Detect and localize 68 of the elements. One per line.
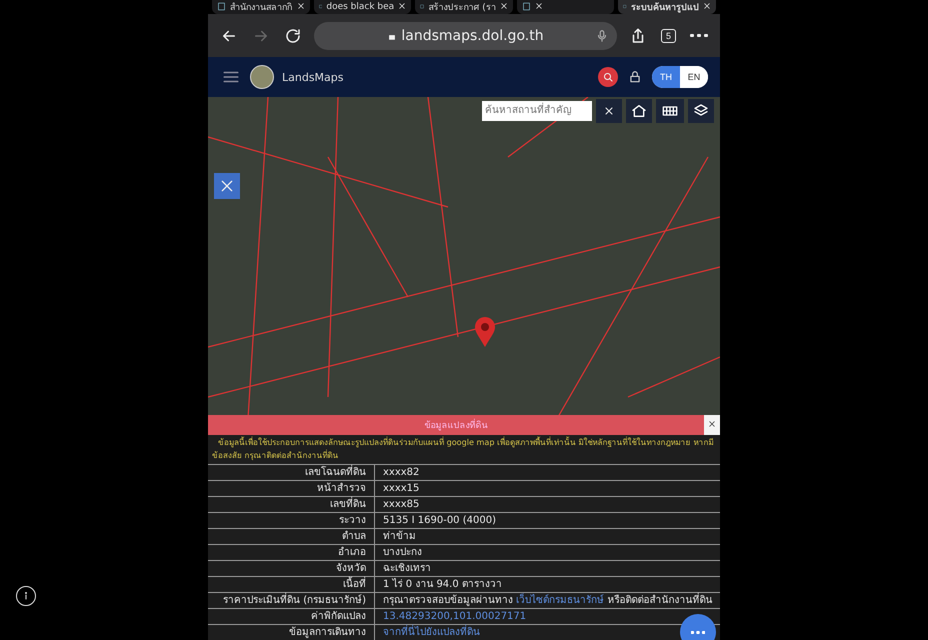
field-label: ราคาประเมินที่ดิน (กรมธนารักษ์)	[208, 593, 375, 608]
page-icon	[217, 2, 226, 12]
field-label: เลขโฉนดที่ดิน	[208, 465, 375, 480]
measure-tool-button[interactable]	[214, 172, 240, 199]
field-label: จังหวัด	[208, 561, 375, 576]
browser-tab[interactable]	[516, 0, 614, 14]
field-label: อำเภอ	[208, 545, 375, 560]
field-label: เนื้อที่	[208, 577, 375, 592]
field-value: xxxx82	[382, 466, 420, 480]
tab-title: ระบบค้นหารูปแป	[630, 1, 699, 14]
field-label: หน้าสำรวจ	[208, 481, 375, 496]
field-value: ท่าข้าม	[382, 530, 417, 544]
close-icon	[702, 2, 711, 10]
panel-title: ข้อมูลแปลงที่ดิน	[208, 418, 704, 432]
home-icon	[631, 102, 647, 119]
search-icon	[602, 71, 614, 84]
close-icon	[603, 104, 615, 117]
address-bar[interactable]: landsmaps.dol.go.th	[314, 22, 617, 50]
logo-emblem	[250, 65, 274, 90]
reload-icon	[284, 26, 302, 45]
home-button[interactable]	[626, 98, 652, 123]
more-icon	[691, 630, 705, 634]
close-icon	[398, 2, 406, 10]
field-value: xxxx85	[382, 498, 420, 512]
page-icon	[522, 2, 531, 12]
clear-search-button[interactable]	[596, 98, 622, 123]
tab-count-button[interactable]: 5	[658, 26, 678, 45]
layers-button[interactable]	[688, 98, 714, 123]
page-icon	[420, 2, 424, 12]
field-label: ข้อมูลการเดินทาง	[208, 625, 375, 640]
browser-tab[interactable]: สำนักงานสลากกิ	[212, 0, 310, 14]
field-label: เลขที่ดิน	[208, 497, 375, 512]
disclaimer-text: ข้อมูลนี้เพื่อใช้ประกอบการแสดงลักษณะรูปแปลงที่ดินร่วมกับแผนที่ google map เพื่อดูสภาพพื้นที่เท่านั้น มิใช่หลักฐานที่ใช้ในทางกฎหมาย หากมีข้อสงสัย กรุณาติดต่อสำนักงานที่ดิน	[211, 436, 714, 462]
close-icon	[500, 2, 508, 10]
field-link[interactable]: 13.48293200,101.00027171	[383, 609, 526, 624]
close-icon	[708, 420, 716, 428]
browser-tab[interactable]: does black bea	[314, 0, 412, 14]
browser-tab[interactable]: สร้างประกาศ (รา	[415, 0, 513, 14]
close-icon	[534, 2, 543, 10]
info-button[interactable]	[16, 586, 36, 606]
place-search-field[interactable]: ค้นหาสถานที่สำคัญ	[482, 100, 592, 121]
field-label: ค่าพิกัดแปลง	[208, 609, 375, 624]
satellite-map[interactable]: ค้นหาสถานที่สำคัญ	[208, 96, 720, 415]
field-value: กรุณาตรวจสอบข้อมูลผ่านทาง เว็บไซต์กรมธนารักษ์ หรือติดต่อสำนักงานที่ดิน	[375, 593, 720, 608]
field-value: บางปะกง	[382, 546, 423, 560]
field-label: ระวาง	[208, 513, 375, 528]
more-options-button[interactable]	[680, 614, 716, 640]
close-icon	[296, 2, 305, 10]
field-link[interactable]: จากที่นี่ไปยังแปลงที่ดิน	[383, 625, 480, 640]
more-icon	[690, 34, 708, 38]
app-name: LandsMaps	[282, 70, 344, 84]
website-link[interactable]: เว็บไซต์กรมธนารักษ์	[516, 595, 604, 606]
location-pin-icon	[474, 316, 496, 347]
close-button[interactable]	[704, 415, 720, 435]
language-option[interactable]: TH	[652, 66, 680, 88]
more-button[interactable]	[688, 32, 710, 40]
grid-button[interactable]	[656, 98, 684, 123]
field-label: ตำบล	[208, 529, 375, 544]
search-button[interactable]	[598, 67, 618, 88]
field-value: xxxx15	[382, 482, 420, 496]
tab-title: does black bea	[326, 2, 394, 12]
field-value: ฉะเชิงเทรา	[382, 562, 432, 576]
browser-tab[interactable]: ระบบค้นหารูปแป	[618, 0, 716, 14]
tab-title: สำนักงานสลากกิ	[230, 2, 293, 14]
field-value: 5135 I 1690-00 (4000)	[382, 514, 497, 528]
lock-icon	[628, 70, 642, 84]
field-value: 1 ไร่ 0 งาน 94.0 ตารางวา	[382, 577, 503, 592]
tab-title: สร้างประกาศ (รา	[428, 2, 496, 14]
